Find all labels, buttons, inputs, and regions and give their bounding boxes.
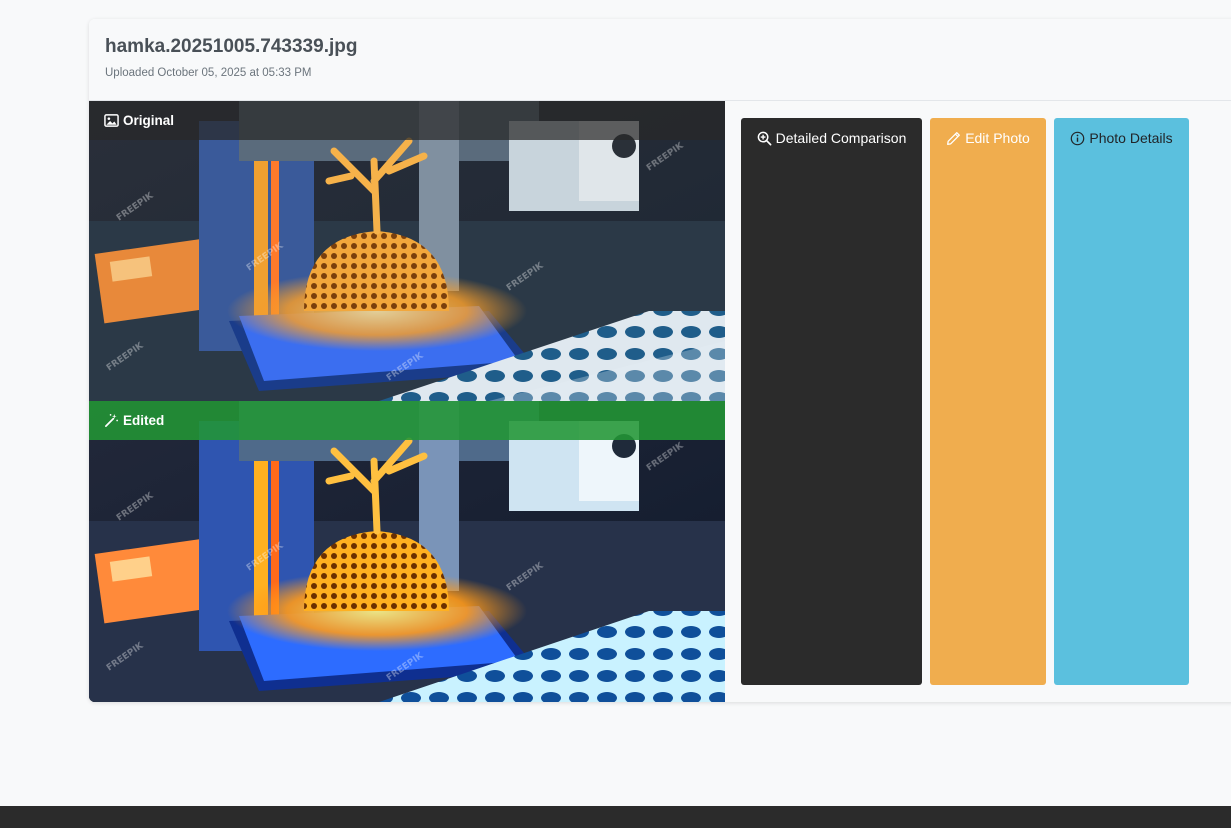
photo-filename: hamka.20251005.743339.jpg <box>105 36 358 57</box>
detailed-comparison-label: Detailed Comparison <box>775 130 907 146</box>
edited-label-bar: Edited <box>89 401 725 440</box>
original-label-bar: Original <box>89 101 725 140</box>
edited-photo[interactable]: FREEPIK FREEPIK FREEPIK FREEPIK FREEPIK … <box>89 401 725 702</box>
photo-details-button[interactable]: Photo Details <box>1054 118 1189 685</box>
image-comparison-panel: FREEPIK FREEPIK FREEPIK FREEPIK FREEPIK … <box>89 101 725 702</box>
edit-photo-label: Edit Photo <box>965 130 1030 146</box>
edit-photo-button[interactable]: Edit Photo <box>930 118 1046 685</box>
original-label: Original <box>123 113 175 128</box>
page-footer <box>0 806 1231 828</box>
pencil-icon <box>946 131 961 146</box>
card-header: hamka.20251005.743339.jpg Uploaded Octob… <box>89 19 1231 101</box>
info-circle-icon <box>1070 131 1085 146</box>
photo-card: hamka.20251005.743339.jpg Uploaded Octob… <box>89 19 1231 702</box>
upload-date: Uploaded October 05, 2025 at 05:33 PM <box>105 67 312 79</box>
edited-label: Edited <box>123 413 165 428</box>
image-icon <box>104 113 119 128</box>
edited-image: FREEPIK FREEPIK FREEPIK FREEPIK FREEPIK … <box>89 401 725 702</box>
card-body: FREEPIK FREEPIK FREEPIK FREEPIK FREEPIK … <box>89 101 1231 702</box>
original-photo[interactable]: FREEPIK FREEPIK FREEPIK FREEPIK FREEPIK … <box>89 101 725 401</box>
zoom-in-icon <box>757 131 772 146</box>
photo-details-label: Photo Details <box>1089 130 1173 146</box>
magic-wand-icon <box>104 413 119 428</box>
detailed-comparison-button[interactable]: Detailed Comparison <box>741 118 922 685</box>
original-image: FREEPIK FREEPIK FREEPIK FREEPIK FREEPIK … <box>89 101 725 401</box>
